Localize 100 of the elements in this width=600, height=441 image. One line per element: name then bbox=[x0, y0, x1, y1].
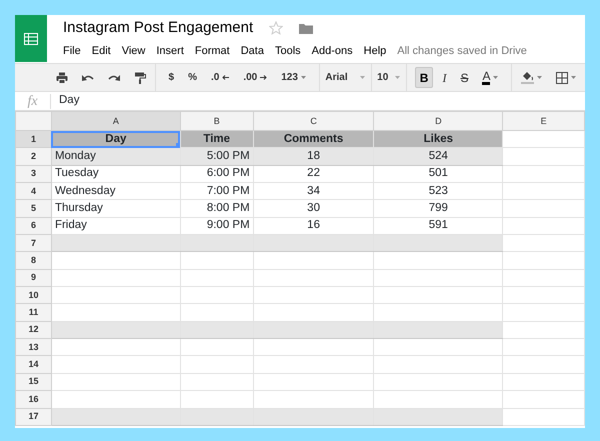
table-cell[interactable]: 7:00 PM bbox=[180, 182, 254, 200]
column-header[interactable]: E bbox=[502, 112, 584, 130]
empty-cell[interactable] bbox=[374, 286, 503, 304]
empty-cell[interactable] bbox=[180, 269, 254, 287]
selected-cell[interactable]: Day bbox=[51, 130, 180, 148]
empty-cell[interactable] bbox=[374, 252, 503, 270]
empty-cell[interactable] bbox=[374, 356, 503, 374]
formula-field[interactable]: Day bbox=[51, 92, 585, 110]
empty-cell[interactable] bbox=[180, 286, 254, 304]
row-header[interactable]: 15 bbox=[16, 373, 52, 391]
sheet-icon bbox=[24, 32, 38, 44]
table-cell[interactable]: 8:00 PM bbox=[180, 200, 254, 218]
empty-cell[interactable] bbox=[180, 373, 254, 391]
column-header[interactable]: C bbox=[253, 112, 374, 130]
paint-bucket-icon bbox=[520, 71, 534, 84]
empty-cell[interactable] bbox=[180, 338, 254, 356]
table-cell[interactable]: Monday bbox=[51, 148, 180, 166]
font-dropdown[interactable]: Arial bbox=[319, 67, 371, 88]
empty-cell[interactable] bbox=[374, 338, 503, 356]
table-cell[interactable]: 6:00 PM bbox=[180, 165, 254, 183]
menu-item[interactable]: Add-ons bbox=[312, 44, 353, 58]
table-cell[interactable]: 18 bbox=[253, 148, 374, 166]
menu-item[interactable]: Tools bbox=[274, 44, 301, 58]
format-button[interactable]: 123 bbox=[276, 67, 311, 88]
empty-cell[interactable] bbox=[374, 390, 503, 408]
table-cell[interactable]: 501 bbox=[374, 165, 503, 183]
table-cell[interactable]: 799 bbox=[374, 200, 503, 218]
format-button[interactable]: $ bbox=[164, 67, 180, 88]
empty-cell[interactable] bbox=[253, 286, 374, 304]
format-button[interactable]: .00 bbox=[238, 67, 272, 88]
row-header[interactable]: 13 bbox=[16, 338, 52, 356]
empty-cell[interactable] bbox=[180, 304, 254, 322]
menu-item[interactable]: Insert bbox=[156, 44, 184, 58]
formula-label: fx bbox=[15, 94, 51, 108]
empty-cell[interactable] bbox=[253, 373, 374, 391]
row-header[interactable]: 7 bbox=[16, 234, 52, 252]
menu-item[interactable]: File bbox=[63, 44, 81, 58]
table-cell[interactable]: Thursday bbox=[51, 200, 180, 218]
row-header[interactable]: 8 bbox=[16, 252, 52, 270]
caret-icon bbox=[395, 76, 400, 79]
table-cell[interactable]: Time bbox=[180, 130, 254, 148]
menu-item[interactable]: Help bbox=[364, 44, 386, 58]
row-header[interactable]: 9 bbox=[16, 269, 52, 287]
save-status: All changes saved in Drive bbox=[397, 44, 527, 59]
column-header[interactable]: A bbox=[51, 112, 180, 130]
row-header[interactable]: 11 bbox=[16, 304, 52, 322]
table-cell[interactable]: 22 bbox=[253, 165, 374, 183]
table-cell[interactable]: Comments bbox=[253, 130, 374, 148]
star-icon[interactable] bbox=[269, 21, 284, 35]
strikethrough-button[interactable]: S bbox=[455, 67, 474, 88]
table-cell[interactable]: 5:00 PM bbox=[180, 148, 254, 166]
empty-cell[interactable] bbox=[374, 269, 503, 287]
table-cell[interactable]: 523 bbox=[374, 182, 503, 200]
table-cell[interactable]: Wednesday bbox=[51, 182, 180, 200]
format-button[interactable]: % bbox=[183, 67, 202, 88]
empty-cell[interactable] bbox=[253, 269, 374, 287]
empty-cell[interactable] bbox=[374, 304, 503, 322]
right-arrow-icon bbox=[260, 75, 268, 80]
caret-icon bbox=[360, 76, 365, 79]
row-header[interactable]: 10 bbox=[16, 286, 52, 304]
row-header[interactable]: 12 bbox=[16, 321, 52, 339]
empty-cell[interactable] bbox=[253, 356, 374, 374]
folder-icon[interactable] bbox=[299, 22, 314, 34]
document-title[interactable]: Instagram Post Engagement bbox=[63, 19, 254, 37]
table-cell[interactable]: 524 bbox=[374, 148, 503, 166]
row-header[interactable]: 16 bbox=[16, 390, 52, 408]
row-header[interactable]: 2 bbox=[16, 148, 52, 166]
font-size-dropdown[interactable]: 10 bbox=[371, 67, 406, 88]
format-button[interactable]: .0 bbox=[206, 67, 234, 88]
row-header[interactable]: 6 bbox=[16, 217, 52, 235]
row-header[interactable]: 1 bbox=[16, 130, 52, 148]
column-header[interactable]: D bbox=[374, 112, 503, 130]
row-header[interactable]: 3 bbox=[16, 165, 52, 183]
menu-item[interactable]: Format bbox=[194, 44, 230, 58]
menu-item[interactable]: Data bbox=[240, 44, 264, 58]
italic-button[interactable]: I bbox=[437, 67, 452, 88]
menu-item[interactable]: Edit bbox=[92, 44, 111, 58]
row-header[interactable]: 14 bbox=[16, 356, 52, 374]
bold-button[interactable]: B bbox=[414, 67, 434, 88]
empty-cell[interactable] bbox=[253, 304, 374, 322]
empty-cell[interactable] bbox=[253, 338, 374, 356]
table-cell[interactable]: Tuesday bbox=[51, 165, 180, 183]
empty-cell[interactable] bbox=[253, 252, 374, 270]
text-color-button[interactable]: A bbox=[477, 67, 504, 88]
row-header[interactable]: 17 bbox=[16, 408, 52, 426]
empty-cell[interactable] bbox=[180, 390, 254, 408]
caret-icon bbox=[493, 76, 498, 79]
table-cell[interactable]: 34 bbox=[253, 182, 374, 200]
menu-item[interactable]: View bbox=[122, 44, 146, 58]
empty-cell[interactable] bbox=[253, 390, 374, 408]
caret-icon bbox=[300, 76, 306, 79]
row-header[interactable]: 4 bbox=[16, 182, 52, 200]
empty-cell[interactable] bbox=[180, 356, 254, 374]
print-icon bbox=[56, 72, 68, 84]
table-cell[interactable]: Likes bbox=[374, 130, 503, 148]
empty-cell[interactable] bbox=[180, 252, 254, 270]
column-header[interactable]: B bbox=[180, 112, 254, 130]
empty-cell[interactable] bbox=[374, 373, 503, 391]
table-cell[interactable]: 30 bbox=[253, 200, 374, 218]
row-header[interactable]: 5 bbox=[16, 200, 52, 218]
